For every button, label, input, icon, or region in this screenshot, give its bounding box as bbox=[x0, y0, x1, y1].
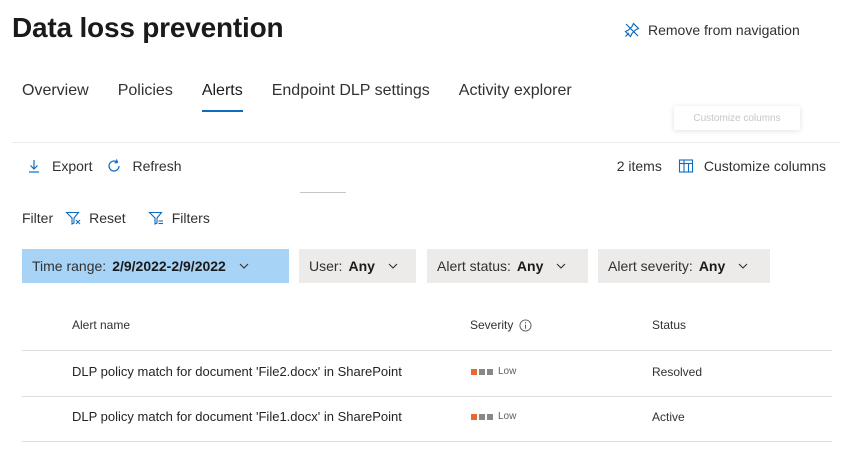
table-header: Alert name Severity Status bbox=[0, 318, 853, 336]
severity-text: Low bbox=[498, 411, 517, 422]
unpin-icon bbox=[624, 22, 640, 38]
severity-indicator bbox=[471, 368, 493, 375]
filter-reset-icon bbox=[65, 211, 81, 225]
alert-status-value: Any bbox=[516, 258, 544, 274]
alert-severity-value: Any bbox=[698, 258, 726, 274]
remove-from-navigation-label: Remove from navigation bbox=[648, 22, 800, 38]
status-cell: Resolved bbox=[652, 365, 703, 379]
column-header-alert-name[interactable]: Alert name bbox=[72, 318, 130, 332]
remove-from-navigation-button[interactable]: Remove from navigation bbox=[624, 22, 800, 38]
user-filter-label: User: bbox=[309, 258, 343, 274]
columns-icon bbox=[678, 159, 693, 173]
column-header-status[interactable]: Status bbox=[652, 318, 686, 332]
filter-label: Filter bbox=[22, 210, 54, 226]
chevron-down-icon bbox=[738, 263, 748, 269]
filters-button[interactable]: Filters bbox=[147, 210, 210, 226]
tab-overview[interactable]: Overview bbox=[22, 82, 89, 108]
filters-label: Filters bbox=[171, 210, 210, 226]
severity-cell: Low bbox=[471, 366, 516, 377]
header-divider bbox=[12, 142, 840, 143]
table-row[interactable]: DLP policy match for document 'File2.doc… bbox=[0, 364, 853, 384]
chevron-down-icon bbox=[556, 263, 566, 269]
alert-severity-filter[interactable]: Alert severity: Any bbox=[598, 249, 770, 283]
refresh-icon bbox=[108, 159, 121, 172]
row-divider bbox=[22, 441, 832, 442]
download-icon bbox=[29, 160, 39, 173]
alert-name-cell: DLP policy match for document 'File1.doc… bbox=[72, 409, 402, 424]
export-label: Export bbox=[52, 158, 93, 174]
refresh-label: Refresh bbox=[132, 158, 182, 174]
divider-line bbox=[300, 192, 346, 193]
severity-text: Low bbox=[498, 366, 517, 377]
status-cell: Active bbox=[652, 410, 685, 424]
customize-columns-label: Customize columns bbox=[703, 158, 826, 174]
nav-tabs: Overview Policies Alerts Endpoint DLP se… bbox=[22, 82, 572, 112]
alert-status-filter[interactable]: Alert status: Any bbox=[427, 249, 588, 283]
reset-label: Reset bbox=[89, 210, 126, 226]
page-title: Data loss prevention bbox=[12, 12, 284, 43]
tab-alerts[interactable]: Alerts bbox=[201, 82, 243, 112]
time-range-filter[interactable]: Time range: 2/9/2022-2/9/2022 bbox=[22, 249, 289, 283]
alert-name-cell: DLP policy match for document 'File2.doc… bbox=[72, 364, 402, 379]
tab-activity-explorer[interactable]: Activity explorer bbox=[459, 82, 572, 108]
row-divider bbox=[22, 350, 832, 351]
dlp-page: Data loss prevention Remove from navigat… bbox=[0, 0, 853, 449]
severity-cell: Low bbox=[471, 411, 516, 422]
customize-columns-button[interactable]: Customize columns bbox=[678, 158, 826, 174]
severity-indicator bbox=[471, 413, 493, 420]
time-range-value: 2/9/2022-2/9/2022 bbox=[112, 258, 226, 274]
filter-settings-icon bbox=[147, 211, 163, 225]
user-filter[interactable]: User: Any bbox=[299, 249, 416, 283]
tab-policies[interactable]: Policies bbox=[118, 82, 173, 108]
refresh-button[interactable]: Refresh bbox=[106, 158, 182, 174]
command-bar: Export Refresh 2 items Customize columns bbox=[26, 158, 826, 174]
chevron-down-icon bbox=[239, 263, 249, 269]
user-filter-value: Any bbox=[348, 258, 375, 274]
export-button[interactable]: Export bbox=[26, 158, 92, 174]
alert-status-label: Alert status: bbox=[437, 258, 511, 274]
table-row[interactable]: DLP policy match for document 'File1.doc… bbox=[0, 409, 853, 429]
severity-header-label: Severity bbox=[470, 318, 514, 332]
reset-filters-button[interactable]: Reset bbox=[65, 210, 126, 226]
filter-row: Filter Reset Filters bbox=[22, 210, 222, 226]
chevron-down-icon bbox=[388, 263, 398, 269]
tab-endpoint-dlp-settings[interactable]: Endpoint DLP settings bbox=[272, 82, 430, 108]
column-header-severity[interactable]: Severity bbox=[470, 318, 532, 332]
row-divider bbox=[22, 396, 832, 397]
customize-columns-tooltip: Customize columns bbox=[674, 106, 800, 130]
item-count: 2 items bbox=[616, 158, 662, 174]
info-icon[interactable] bbox=[519, 318, 532, 332]
time-range-label: Time range: bbox=[32, 258, 107, 274]
alert-severity-label: Alert severity: bbox=[608, 258, 693, 274]
